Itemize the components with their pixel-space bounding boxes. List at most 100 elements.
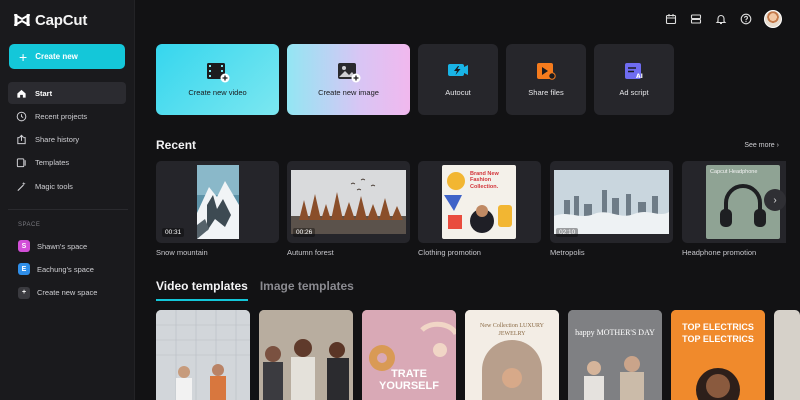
share-icon — [17, 134, 26, 145]
template-text: happy MOTHER'S DAY — [575, 328, 655, 337]
space-avatar: E — [18, 263, 30, 276]
template-thumbnail — [156, 310, 250, 400]
recent-card-label: Headphone promotion — [682, 248, 757, 257]
share-files-icon — [537, 63, 556, 80]
quick-action-label: Ad script — [619, 88, 649, 97]
template-text: TOP ELECTRICS TOP ELECTRICS — [682, 322, 754, 344]
space-item-label: Create new space — [37, 288, 98, 298]
recent-card-clothing-promotion[interactable]: Brand New Fashion Collection. — [418, 161, 541, 243]
quick-action-label: Share files — [528, 88, 564, 97]
film-plus-icon — [206, 63, 229, 83]
metropolis-thumbnail — [554, 170, 669, 234]
sidebar-divider — [8, 209, 128, 210]
sidebar-item-magic-tools[interactable]: Magic tools — [8, 175, 126, 197]
template-text: New Collection LUXURY JEWELRY — [480, 323, 544, 338]
template-thumbnail — [568, 310, 662, 400]
sidebar-item-start[interactable]: Start — [8, 82, 126, 104]
create-new-video-button[interactable]: Create new video — [156, 44, 279, 115]
space-item-eachung[interactable]: E Eachung's space — [8, 258, 126, 280]
storage-icon[interactable] — [689, 12, 703, 26]
calendar-icon[interactable] — [664, 12, 678, 26]
sidebar-item-templates[interactable]: Templates — [8, 152, 126, 174]
recent-card-label: Autumn forest — [287, 248, 334, 257]
space-item-label: Eachung's space — [37, 264, 94, 274]
see-more-label: See more — [744, 142, 775, 149]
template-tabs: Video templates Image templates — [156, 279, 354, 301]
quick-action-label: Autocut — [445, 88, 471, 97]
sidebar: CapCut + Create new Start Recent project… — [0, 0, 135, 400]
autocut-icon — [448, 64, 468, 76]
sidebar-nav: Start Recent projects Share history Temp… — [8, 82, 126, 198]
template-card[interactable] — [156, 310, 250, 400]
recent-card-snow-mountain[interactable]: 00:31 — [156, 161, 279, 243]
quick-actions: Create new video Create new image Autocu… — [156, 44, 674, 115]
chevron-right-icon: › — [773, 194, 777, 206]
recent-card-label: Snow mountain — [156, 248, 208, 257]
poster-text: Capcut Headphone — [710, 169, 758, 175]
create-new-button[interactable]: + Create new — [9, 44, 125, 69]
template-text: TRATE YOURSELF — [379, 368, 439, 393]
svg-text:AI: AI — [636, 73, 643, 80]
share-files-button[interactable]: Share files — [506, 44, 586, 115]
tab-video-templates[interactable]: Video templates — [156, 279, 248, 301]
template-grid: TRATE YOURSELF New Collection LUXURY JEW… — [156, 310, 800, 400]
template-thumbnail — [259, 310, 353, 400]
quick-action-label: Create new video — [188, 88, 247, 97]
recent-section-title: Recent — [156, 138, 197, 152]
tab-image-templates[interactable]: Image templates — [260, 279, 354, 301]
chevron-right-icon: › — [776, 142, 779, 149]
snow-mountain-thumbnail — [197, 165, 239, 239]
duration-badge: 02:10 — [556, 228, 579, 237]
autocut-button[interactable]: Autocut — [418, 44, 498, 115]
space-item-shawn[interactable]: S Shawn's space — [8, 235, 126, 257]
app-name: CapCut — [35, 11, 88, 29]
magic-wand-icon — [17, 181, 26, 191]
sidebar-item-label: Share history — [35, 135, 80, 145]
clothing-poster-thumbnail: Brand New Fashion Collection. — [442, 165, 516, 239]
templates-icon — [16, 158, 26, 168]
sidebar-item-recent-projects[interactable]: Recent projects — [8, 105, 126, 127]
sidebar-item-share-history[interactable]: Share history — [8, 129, 126, 151]
create-new-space-button[interactable]: + Create new space — [8, 282, 126, 304]
top-toolbar — [664, 10, 782, 28]
clock-icon — [16, 111, 27, 122]
recent-card-label: Metropolis — [550, 248, 585, 257]
template-card[interactable]: TRATE YOURSELF — [362, 310, 456, 400]
template-card[interactable]: TOP ELECTRICS TOP ELECTRICS — [671, 310, 765, 400]
sidebar-item-label: Recent projects — [35, 111, 88, 121]
ad-script-icon: AI — [625, 63, 643, 80]
bell-icon[interactable] — [714, 12, 728, 26]
create-new-label: Create new — [35, 52, 78, 61]
space-item-label: Shawn's space — [37, 241, 88, 251]
capcut-logo[interactable]: CapCut — [14, 10, 87, 30]
sidebar-item-label: Magic tools — [35, 181, 73, 191]
space-list: S Shawn's space E Eachung's space + Crea… — [8, 235, 126, 305]
sidebar-item-label: Templates — [35, 158, 70, 168]
recent-card-autumn-forest[interactable]: 00:26 — [287, 161, 410, 243]
template-card[interactable] — [259, 310, 353, 400]
image-plus-icon — [337, 63, 360, 83]
recent-card-label: Clothing promotion — [418, 248, 481, 257]
user-avatar[interactable] — [764, 10, 782, 28]
autumn-forest-thumbnail — [291, 170, 406, 234]
template-card[interactable]: happy MOTHER'S DAY — [568, 310, 662, 400]
create-new-image-button[interactable]: Create new image — [287, 44, 410, 115]
see-more-link[interactable]: See more › — [744, 142, 779, 149]
template-card[interactable]: New Collection LUXURY JEWELRY — [465, 310, 559, 400]
plus-icon: + — [18, 286, 30, 299]
duration-badge: 00:26 — [293, 228, 316, 237]
recent-projects-row: 00:31 Snow mountain 00:26 Autumn forest … — [156, 161, 786, 261]
template-card[interactable] — [774, 310, 800, 400]
space-avatar: S — [18, 240, 30, 252]
sidebar-item-label: Start — [35, 88, 53, 98]
space-section-label: SPACE — [18, 222, 41, 228]
recent-card-metropolis[interactable]: 02:10 — [550, 161, 673, 243]
plus-icon: + — [19, 48, 28, 65]
ad-script-button[interactable]: AI Ad script — [594, 44, 674, 115]
carousel-next-button[interactable]: › — [764, 189, 786, 211]
capcut-logo-icon — [14, 14, 30, 26]
home-icon — [17, 89, 26, 98]
help-icon[interactable] — [739, 12, 753, 26]
duration-badge: 00:31 — [162, 228, 185, 237]
quick-action-label: Create new image — [318, 88, 379, 97]
